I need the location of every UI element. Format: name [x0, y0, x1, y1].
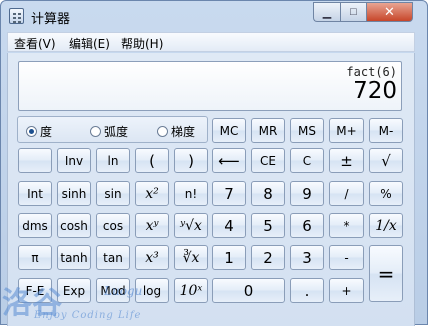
digit-6-button[interactable]: 6 — [290, 213, 324, 238]
menu-view[interactable]: 查看(V) — [14, 35, 56, 52]
clear-button[interactable]: C — [290, 148, 324, 173]
cosh-button[interactable]: cosh — [57, 213, 91, 238]
inv-button[interactable]: Inv — [57, 148, 91, 173]
digit-1-button[interactable]: 1 — [212, 245, 246, 270]
mc-button[interactable]: MC — [212, 118, 246, 143]
sin-button[interactable]: sin — [96, 181, 130, 206]
backspace-button[interactable]: ⟵ — [212, 148, 246, 173]
cube-root-button[interactable]: ∛x — [174, 245, 208, 270]
digit-7-button[interactable]: 7 — [212, 181, 246, 206]
close-icon: ✕ — [384, 4, 395, 19]
result-readout: 720 — [353, 78, 397, 104]
m-plus-button[interactable]: M+ — [329, 118, 364, 143]
factorial-button[interactable]: n! — [174, 181, 208, 206]
ms-button[interactable]: MS — [290, 118, 324, 143]
maximize-icon: □ — [350, 6, 357, 18]
mod-button[interactable]: Mod — [96, 278, 130, 303]
radio-gradians[interactable]: 梯度 — [157, 123, 195, 140]
title-bar[interactable]: 计算器 ▁ □ ✕ — [1, 1, 427, 31]
angle-mode-group: 度 弧度 梯度 — [17, 116, 208, 143]
window-title: 计算器 — [31, 12, 71, 27]
sqrt-button[interactable]: √ — [369, 148, 403, 173]
minimize-icon: ▁ — [322, 6, 332, 19]
digit-9-button[interactable]: 9 — [290, 181, 324, 206]
radio-indicator — [90, 126, 101, 137]
radio-degrees[interactable]: 度 — [26, 123, 52, 140]
display: fact(6) 720 — [18, 61, 402, 111]
digit-8-button[interactable]: 8 — [251, 181, 285, 206]
multiply-button[interactable]: * — [329, 213, 364, 238]
decimal-button[interactable]: . — [290, 278, 324, 303]
mr-button[interactable]: MR — [251, 118, 285, 143]
cos-button[interactable]: cos — [96, 213, 130, 238]
pi-button[interactable]: π — [18, 245, 52, 270]
reciprocal-button[interactable]: 1/x — [369, 213, 403, 238]
digit-0-button[interactable]: 0 — [212, 278, 285, 303]
exp-button[interactable]: Exp — [57, 278, 91, 303]
digit-2-button[interactable]: 2 — [251, 245, 285, 270]
log-button[interactable]: log — [135, 278, 169, 303]
digit-3-button[interactable]: 3 — [290, 245, 324, 270]
expression-readout: fact(6) — [346, 65, 397, 79]
dms-button[interactable]: dms — [18, 213, 52, 238]
radio-radians[interactable]: 弧度 — [90, 123, 128, 140]
divide-button[interactable]: / — [329, 181, 364, 206]
ln-button[interactable]: ln — [96, 148, 130, 173]
ten-power-button[interactable]: 10ˣ — [174, 278, 208, 303]
close-paren-button[interactable]: ) — [174, 148, 208, 173]
ce-button[interactable]: CE — [251, 148, 285, 173]
fe-button[interactable]: F-E — [18, 278, 52, 303]
menu-bar: 查看(V) 编辑(E) 帮助(H) — [7, 32, 415, 52]
radio-indicator — [26, 126, 37, 137]
radio-label: 弧度 — [104, 125, 129, 139]
radio-indicator — [157, 126, 168, 137]
maximize-button[interactable]: □ — [340, 2, 366, 22]
tanh-button[interactable]: tanh — [57, 245, 91, 270]
negate-button[interactable]: ± — [329, 148, 364, 173]
power-button[interactable]: xʸ — [135, 213, 169, 238]
tan-button[interactable]: tan — [96, 245, 130, 270]
square-button[interactable]: x² — [135, 181, 169, 206]
yth-root-button[interactable]: ʸ√x — [174, 213, 208, 238]
cube-button[interactable]: x³ — [135, 245, 169, 270]
equals-button[interactable]: = — [369, 245, 403, 302]
m-minus-button[interactable]: M- — [369, 118, 403, 143]
subtract-button[interactable]: - — [329, 245, 364, 270]
calculator-icon — [9, 8, 24, 24]
percent-button[interactable]: % — [369, 181, 403, 206]
int-button[interactable]: Int — [18, 181, 52, 206]
radio-label: 度 — [40, 125, 53, 139]
blank-button[interactable] — [18, 148, 52, 173]
menu-help[interactable]: 帮助(H) — [121, 35, 163, 52]
radio-label: 梯度 — [171, 125, 196, 139]
menu-edit[interactable]: 编辑(E) — [69, 35, 110, 52]
minimize-button[interactable]: ▁ — [313, 2, 340, 22]
add-button[interactable]: + — [329, 278, 364, 303]
close-button[interactable]: ✕ — [366, 2, 413, 22]
sinh-button[interactable]: sinh — [57, 181, 91, 206]
digit-5-button[interactable]: 5 — [251, 213, 285, 238]
digit-4-button[interactable]: 4 — [212, 213, 246, 238]
open-paren-button[interactable]: ( — [135, 148, 169, 173]
